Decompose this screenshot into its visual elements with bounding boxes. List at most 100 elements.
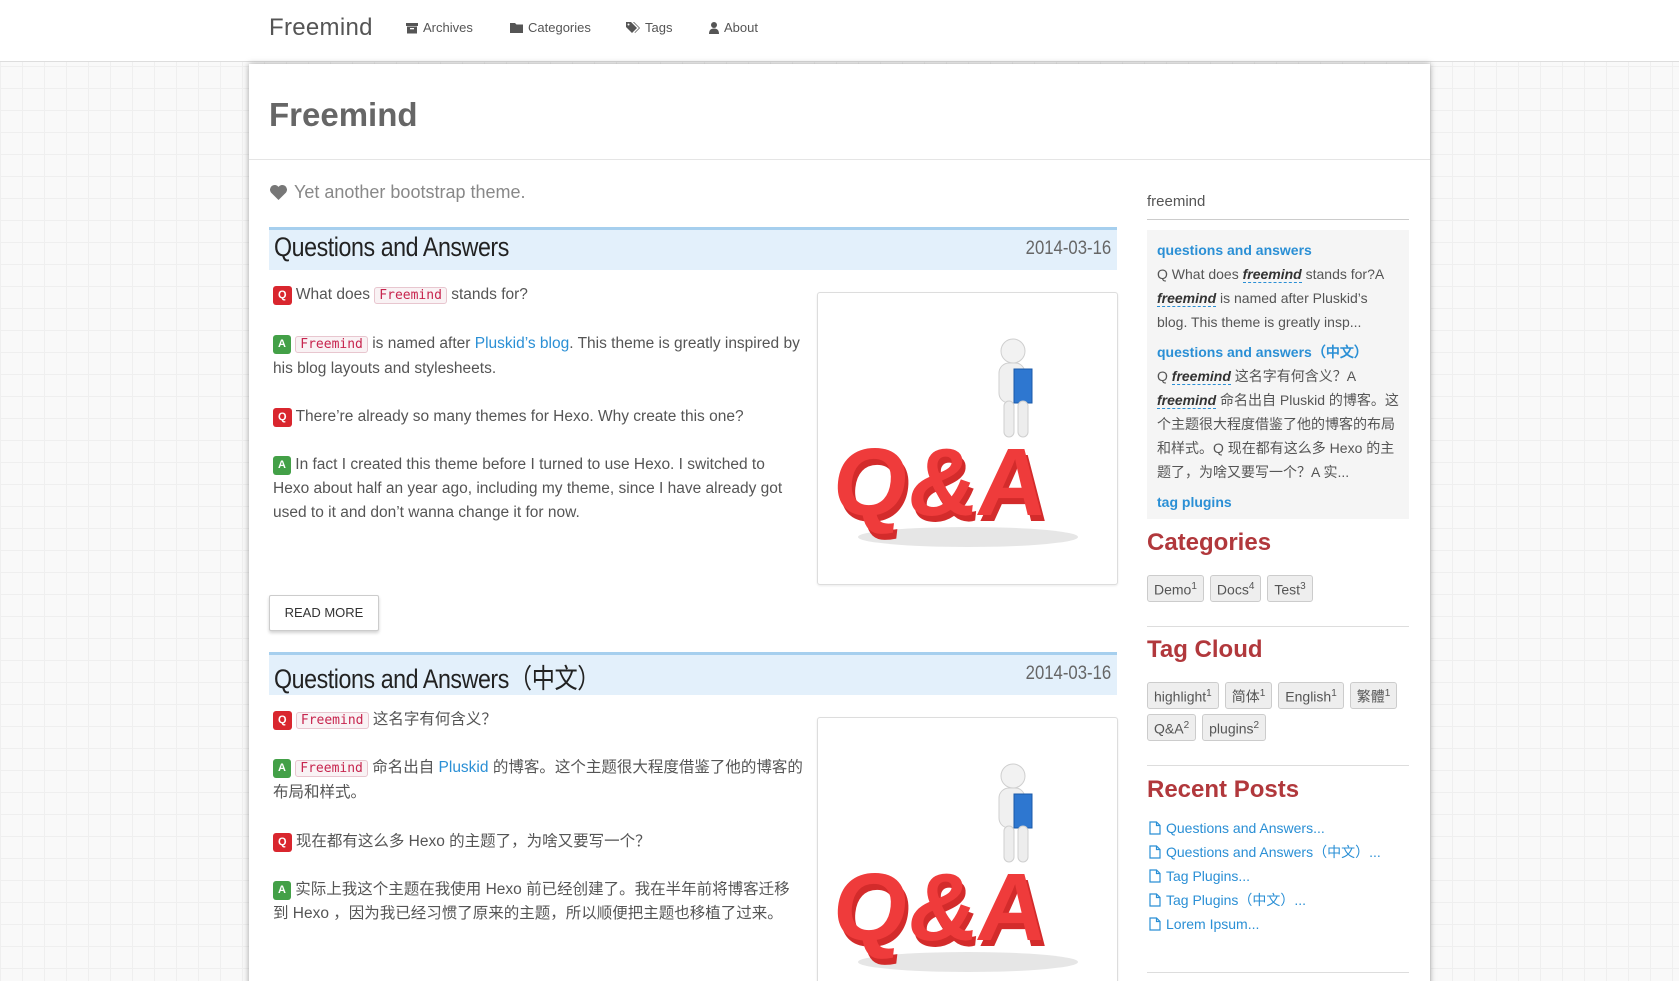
- recent-post-label: Tag Plugins...: [1166, 868, 1251, 884]
- file-icon: [1149, 869, 1161, 883]
- nav-tags-label: Tags: [645, 20, 673, 35]
- read-more-button[interactable]: READ MORE: [269, 595, 379, 631]
- post-answer: A 实际上我这个主题在我使用 Hexo 前已经创建了。我在半年前将博客迁移到 H…: [273, 878, 803, 926]
- archive-icon: [406, 22, 418, 33]
- post-answer: A Freemind 命名出自 Pluskid 的博客。这个主题很大程度借鉴了他…: [273, 756, 803, 805]
- nav-categories-label: Categories: [528, 20, 591, 35]
- post-answer: A In fact I created this theme before I …: [273, 453, 803, 525]
- tag-chip[interactable]: 繁體1: [1349, 682, 1398, 709]
- code-freemind: Freemind: [295, 336, 368, 353]
- question-text: What does: [295, 286, 370, 303]
- tags-icon: [626, 21, 640, 33]
- site-header: Freemind: [249, 64, 1430, 160]
- search-result-title[interactable]: questions and answers（中文）: [1157, 340, 1399, 364]
- post-title[interactable]: Questions and Answers: [274, 232, 509, 263]
- post-thumbnail[interactable]: Q&A Q&A: [817, 292, 1118, 585]
- post-date: 2014-03-16: [1025, 238, 1111, 259]
- user-icon: [709, 21, 719, 34]
- post-date: 2014-03-16: [1025, 663, 1111, 684]
- category-chip[interactable]: Test3: [1267, 575, 1313, 602]
- question-text: 现在都有这么多 Hexo 的主题了，为啥又要写一个？: [295, 833, 651, 850]
- qa-figure-icon: Q&A Q&A: [828, 763, 1078, 972]
- question-text: 这名字有何含义？: [372, 711, 497, 728]
- tag-chip[interactable]: Q&A2: [1147, 714, 1197, 741]
- code-freemind: Freemind: [295, 712, 369, 729]
- nav-about-label: About: [724, 20, 758, 35]
- recent-posts-heading: Recent Posts: [1147, 776, 1300, 803]
- answer-badge: A: [273, 759, 291, 778]
- search-results: questions and answers Q What does freemi…: [1147, 230, 1409, 519]
- post-thumbnail[interactable]: Q&A Q&A: [817, 717, 1118, 981]
- search-result-snippet: Q freemind 这名字有何含义？A freemind 命名出自 Plusk…: [1157, 368, 1399, 480]
- tag-cloud-row: Q&A2 plugins2: [1147, 714, 1267, 741]
- question-badge: Q: [273, 408, 292, 427]
- recent-post-link[interactable]: Questions and Answers（中文）...: [1149, 840, 1381, 864]
- tag-chip[interactable]: plugins2: [1202, 714, 1267, 741]
- question-text: There’re already so many themes for Hexo…: [295, 408, 744, 425]
- answer-text: 实际上我这个主题在我使用 Hexo 前已经创建了。我在半年前将博客迁移到 Hex…: [273, 881, 790, 922]
- post-header: Questions and Answers（中文） 2014-03-16: [269, 652, 1117, 695]
- question-badge: Q: [273, 711, 292, 730]
- heart-icon: [270, 184, 287, 201]
- recent-post-link[interactable]: Tag Plugins（中文）...: [1149, 888, 1381, 912]
- qa-figure-icon: Q&A Q&A: [828, 338, 1078, 547]
- answer-badge: A: [273, 335, 291, 354]
- folder-icon: [510, 23, 523, 33]
- file-icon: [1149, 845, 1161, 859]
- nav-tags[interactable]: Tags: [626, 20, 672, 35]
- tag-cloud-row: highlight1 简体1 English1 繁體1: [1147, 682, 1398, 709]
- file-icon: [1149, 893, 1161, 907]
- main-container: Freemind Yet another bootstrap theme. Qu…: [249, 64, 1430, 981]
- category-chip[interactable]: Demo1: [1147, 575, 1204, 602]
- nav-categories[interactable]: Categories: [510, 20, 591, 35]
- divider: [1147, 972, 1409, 973]
- post-question: Q Freemind 这名字有何含义？: [273, 708, 803, 733]
- category-chip[interactable]: Docs4: [1209, 575, 1262, 602]
- pluskid-link[interactable]: Pluskid: [439, 759, 489, 776]
- pluskid-blog-link[interactable]: Pluskid’s blog: [475, 335, 570, 352]
- recent-post-label: Questions and Answers...: [1166, 820, 1325, 836]
- nav-about[interactable]: About: [709, 20, 758, 35]
- categories-list: Demo1 Docs4 Test3: [1147, 575, 1313, 602]
- post-answer: A Freemind is named after Pluskid’s blog…: [273, 332, 803, 381]
- question-badge: Q: [273, 286, 292, 305]
- navbar: Freemind Archives Categories Tags About: [0, 0, 1679, 62]
- navbar-brand[interactable]: Freemind: [269, 14, 373, 42]
- search-result-title[interactable]: tag plugins: [1157, 490, 1399, 514]
- answer-text: is named after: [372, 335, 471, 352]
- tag-chip[interactable]: highlight1: [1147, 682, 1219, 709]
- answer-badge: A: [273, 881, 291, 900]
- recent-post-label: Questions and Answers（中文）...: [1166, 844, 1381, 860]
- divider: [1147, 626, 1409, 627]
- search-result-snippet: Q What does freemind stands for?A freemi…: [1157, 266, 1384, 330]
- tagline-text: Yet another bootstrap theme.: [294, 182, 526, 202]
- tag-chip[interactable]: English1: [1278, 682, 1344, 709]
- answer-text: 命名出自: [372, 759, 435, 776]
- file-icon: [1149, 821, 1161, 835]
- post-title[interactable]: Questions and Answers（中文）: [274, 657, 601, 696]
- file-icon: [1149, 917, 1161, 931]
- question-badge: Q: [273, 833, 292, 852]
- search-input[interactable]: [1147, 184, 1409, 220]
- nav-archives-label: Archives: [423, 20, 473, 35]
- nav-archives[interactable]: Archives: [406, 20, 473, 35]
- recent-post-link[interactable]: Questions and Answers...: [1149, 816, 1381, 840]
- post-question: Q 现在都有这么多 Hexo 的主题了，为啥又要写一个？: [273, 830, 803, 854]
- recent-post-label: Lorem Ipsum...: [1166, 916, 1260, 932]
- search-result-title[interactable]: questions and answers: [1157, 238, 1399, 262]
- tag-cloud-heading: Tag Cloud: [1147, 636, 1263, 663]
- recent-post-link[interactable]: Tag Plugins...: [1149, 864, 1381, 888]
- question-tail: stands for?: [451, 286, 528, 303]
- answer-badge: A: [273, 456, 291, 475]
- divider: [1147, 765, 1409, 766]
- answer-text: In fact I created this theme before I tu…: [273, 456, 783, 521]
- recent-post-label: Tag Plugins（中文）...: [1166, 892, 1307, 908]
- post-question: Q There’re already so many themes for He…: [273, 405, 803, 429]
- svg-text:Q&A: Q&A: [828, 429, 1053, 536]
- site-title[interactable]: Freemind: [269, 96, 418, 134]
- post-question: Q What does Freemind stands for?: [273, 283, 803, 308]
- recent-post-link[interactable]: Lorem Ipsum...: [1149, 912, 1381, 936]
- code-freemind: Freemind: [295, 760, 368, 777]
- tagline: Yet another bootstrap theme.: [269, 182, 526, 203]
- tag-chip[interactable]: 简体1: [1224, 682, 1273, 709]
